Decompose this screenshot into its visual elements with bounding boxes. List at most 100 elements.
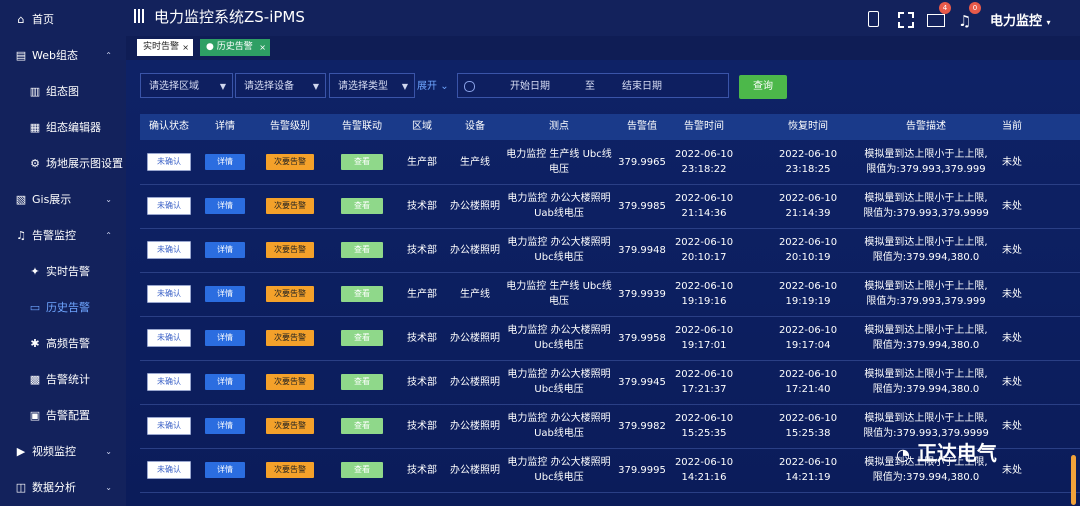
editor-icon: ▦ <box>29 120 41 134</box>
view-link-button[interactable]: 查看 <box>341 242 383 258</box>
confirm-status-button[interactable]: 未确认 <box>147 241 191 259</box>
table-cell: 2022-06-10 19:17:01 <box>652 316 756 360</box>
expand-toggle[interactable]: 展开 ⌄ <box>417 77 449 92</box>
sidebar-item[interactable]: ✦ 实时告警 <box>0 253 126 289</box>
alarm-level-badge: 次要告警 <box>266 242 314 258</box>
table-cell: 未确认 <box>140 228 198 272</box>
end-date-input[interactable]: 结束日期 <box>622 74 662 99</box>
confirm-status-button[interactable]: 未确认 <box>147 329 191 347</box>
close-icon[interactable]: × <box>182 39 189 56</box>
column-header[interactable]: 当前 <box>992 114 1032 140</box>
sidebar-item[interactable]: ▩ 告警统计 <box>0 361 126 397</box>
sidebar-item[interactable]: ▧ Gis展示 ⌄ <box>0 181 126 217</box>
table-cell: 查看 <box>330 360 394 404</box>
chevron-icon: ⌄ <box>105 482 112 492</box>
confirm-status-button[interactable]: 未确认 <box>147 373 191 391</box>
detail-button[interactable]: 详情 <box>205 242 245 258</box>
point-text: 电力监控 办公大楼照明 Uab线电压 <box>507 413 611 439</box>
column-header[interactable]: 恢复时间 <box>756 114 860 140</box>
detail-button[interactable]: 详情 <box>205 462 245 478</box>
table-cell: 办公楼照明 <box>450 404 500 448</box>
table-row[interactable]: 未确认 详情 次要告警 查看 技术部 办公楼照明 电力监控 办公大楼照明 Ubc线电压 379… <box>140 316 1080 361</box>
chevron-icon: ⌃ <box>105 50 112 60</box>
detail-button[interactable]: 详情 <box>205 418 245 434</box>
table-row[interactable]: 未确认 详情 次要告警 查看 技术部 办公楼照明 电力监控 办公大楼照明 Uab线电压 379… <box>140 184 1080 229</box>
start-date-input[interactable]: 开始日期 <box>510 74 550 99</box>
tablet-icon[interactable] <box>868 11 879 27</box>
table-row[interactable]: 未确认 详情 次要告警 查看 技术部 办公楼照明 电力监控 办公大楼照明 Ubc线电压 379… <box>140 228 1080 273</box>
table-row[interactable]: 未确认 详情 次要告警 查看 技术部 办公楼照明 电力监控 办公大楼照明 Ubc线电压 379… <box>140 360 1080 405</box>
alarm-level-badge: 次要告警 <box>266 286 314 302</box>
area-text: 技术部 <box>407 376 437 388</box>
column-header[interactable]: 测点 <box>504 114 614 140</box>
query-button[interactable]: 查询 <box>739 75 787 99</box>
column-header[interactable]: 告警级别 <box>252 114 328 140</box>
area-select[interactable]: 请选择区域 ▼ <box>140 73 233 98</box>
sidebar-item[interactable]: ✱ 高频告警 <box>0 325 126 361</box>
fullscreen-icon[interactable] <box>898 12 914 28</box>
confirm-status-button[interactable]: 未确认 <box>147 285 191 303</box>
view-link-button[interactable]: 查看 <box>341 198 383 214</box>
column-header[interactable]: 告警联动 <box>330 114 394 140</box>
sidebar-item[interactable]: ▣ 告警配置 <box>0 397 126 433</box>
sidebar-item[interactable]: ▥ 组态图 <box>0 73 126 109</box>
column-header[interactable]: 告警描述 <box>862 114 990 140</box>
sidebar-item[interactable]: ⚙ 场地展示图设置 <box>0 145 126 181</box>
detail-button[interactable]: 详情 <box>205 330 245 346</box>
tab-realtime-alarm[interactable]: 实时告警 × <box>137 39 193 56</box>
type-select[interactable]: 请选择类型 ▼ <box>329 73 415 98</box>
confirm-status-button[interactable]: 未确认 <box>147 417 191 435</box>
table-cell: 详情 <box>202 448 248 492</box>
view-link-button[interactable]: 查看 <box>341 330 383 346</box>
recover-text: 2022-06-10 19:19:19 <box>778 281 838 307</box>
tab-history-alarm[interactable]: ● 历史告警 × <box>200 39 270 56</box>
scrollbar[interactable] <box>1071 455 1076 505</box>
table-cell: 次要告警 <box>252 140 328 184</box>
table-cell: 2022-06-10 20:10:17 <box>652 228 756 272</box>
menu-toggle-icon[interactable] <box>134 9 146 23</box>
user-menu[interactable]: 电力监控 ▾ <box>990 10 1051 29</box>
sidebar-item[interactable]: ♫ 告警监控 ⌃ <box>0 217 126 253</box>
sidebar-item-label: 场地展示图设置 <box>46 157 123 170</box>
detail-button[interactable]: 详情 <box>205 198 245 214</box>
caret-down-icon: ▼ <box>219 82 226 91</box>
view-link-button[interactable]: 查看 <box>341 154 383 170</box>
bell-icon[interactable]: ♫ <box>958 12 971 30</box>
sidebar-item[interactable]: ◫ 数据分析 ⌄ <box>0 469 126 505</box>
table-cell: 模拟量到达上限小于上上限,限值为:379.994,380.0 <box>862 316 990 360</box>
column-header[interactable]: 告警时间 <box>652 114 756 140</box>
table-cell: 2022-06-10 15:25:35 <box>652 404 756 448</box>
config-icon: ▣ <box>29 408 41 422</box>
table-cell: 未处 <box>992 140 1032 184</box>
detail-button[interactable]: 详情 <box>205 286 245 302</box>
sidebar-item[interactable]: ▦ 组态编辑器 <box>0 109 126 145</box>
table-row[interactable]: 未确认 详情 次要告警 查看 生产部 生产线 电力监控 生产线 Ubc线电压 379.9965… <box>140 140 1080 185</box>
alarm-level-badge: 次要告警 <box>266 462 314 478</box>
detail-button[interactable]: 详情 <box>205 374 245 390</box>
view-link-button[interactable]: 查看 <box>341 374 383 390</box>
table-cell: 办公楼照明 <box>450 228 500 272</box>
table-row[interactable]: 未确认 详情 次要告警 查看 生产部 生产线 电力监控 生产线 Ubc线电压 379.9939… <box>140 272 1080 317</box>
tabs-bar: 实时告警 × ● 历史告警 × <box>126 36 1080 60</box>
sidebar-item[interactable]: ⌂ 首页 <box>0 1 126 37</box>
date-range-picker[interactable]: 开始日期 至 结束日期 <box>457 73 729 98</box>
view-link-button[interactable]: 查看 <box>341 286 383 302</box>
confirm-status-button[interactable]: 未确认 <box>147 461 191 479</box>
confirm-status-button[interactable]: 未确认 <box>147 197 191 215</box>
view-link-button[interactable]: 查看 <box>341 418 383 434</box>
mail-icon[interactable] <box>927 14 945 27</box>
sidebar-item[interactable]: ▤ Web组态 ⌃ <box>0 37 126 73</box>
column-header[interactable]: 设备 <box>450 114 500 140</box>
view-link-button[interactable]: 查看 <box>341 462 383 478</box>
column-header[interactable]: 详情 <box>202 114 248 140</box>
detail-button[interactable]: 详情 <box>205 154 245 170</box>
confirm-status-button[interactable]: 未确认 <box>147 153 191 171</box>
close-icon[interactable]: × <box>259 39 266 56</box>
column-header[interactable]: 区域 <box>398 114 446 140</box>
device-select[interactable]: 请选择设备 ▼ <box>235 73 326 98</box>
column-header[interactable]: 确认状态 <box>140 114 198 140</box>
recover-text: 2022-06-10 15:25:38 <box>778 413 838 439</box>
table-cell: 技术部 <box>398 360 446 404</box>
sidebar-item[interactable]: ▶ 视频监控 ⌄ <box>0 433 126 469</box>
sidebar-item[interactable]: ▭ 历史告警 <box>0 289 126 325</box>
